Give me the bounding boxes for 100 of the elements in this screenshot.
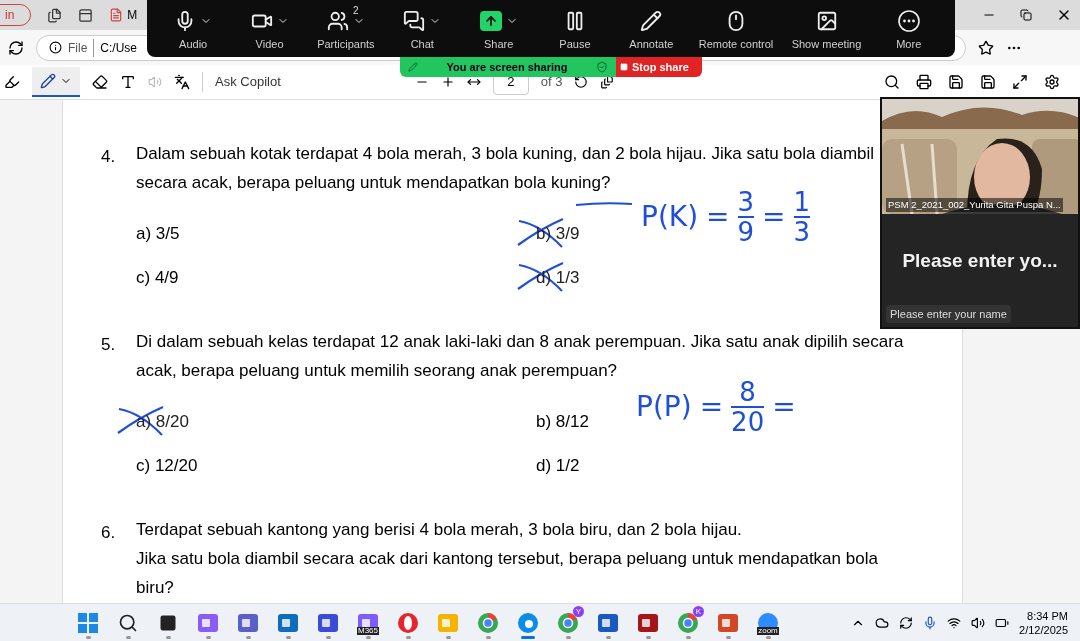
running-indicator [521, 635, 535, 639]
rotate-icon[interactable] [574, 75, 589, 89]
taskbar-button[interactable]: M365 [348, 605, 388, 640]
save-icon[interactable] [948, 74, 964, 90]
ink-underline [574, 200, 634, 208]
taskbar-button[interactable]: zoom [748, 605, 788, 640]
clock-date: 2/12/2025 [1019, 622, 1068, 637]
search-icon [118, 612, 138, 633]
microphone-icon[interactable] [923, 615, 938, 630]
square-app-icon [437, 611, 459, 634]
four-squares-icon [78, 612, 98, 633]
toolbar-button[interactable]: Pause [541, 2, 608, 55]
ellipsis-icon [897, 9, 920, 32]
toolbar-button[interactable]: Audio [160, 2, 227, 55]
name-prompt-heading: Please enter yo... [901, 249, 1059, 273]
cloud-icon[interactable] [875, 615, 890, 630]
chat-icon [403, 9, 426, 32]
taskbar-button[interactable]: K [668, 605, 708, 640]
address-scheme: File [68, 38, 95, 57]
name-hint-label: Please enter your name [886, 304, 1011, 323]
participant-name: PSM 2_2021_002_Yurita Gita Puspa N... [886, 197, 1063, 212]
highlighter-icon[interactable] [4, 74, 20, 90]
pencil-icon [640, 9, 663, 32]
running-indicator [405, 635, 411, 639]
app-badge: K [693, 605, 704, 617]
translate-icon[interactable] [174, 74, 190, 90]
running-indicator [325, 635, 331, 639]
answer-option: c) 12/20 [136, 455, 198, 475]
circle-app-icon [557, 611, 579, 634]
square-app-icon [277, 611, 299, 634]
page-view-icon[interactable] [600, 75, 615, 89]
question-text: Dalam sebuah kotak terdapat 4 bola merah, 3 bola kuning, dan 2 bola hijau. Jika satu bola diambil [136, 144, 875, 164]
taskbar-button[interactable]: Y [548, 605, 588, 640]
handwritten-text: = [706, 199, 730, 235]
draw-tool-button[interactable] [32, 67, 80, 97]
square-app-icon [717, 611, 739, 634]
square-app-icon [197, 611, 219, 634]
toolbar-button[interactable]: Show meeting [787, 2, 866, 55]
reload-icon[interactable] [8, 39, 24, 56]
running-indicator [485, 635, 491, 639]
answer-option: b) 8/12 [536, 412, 589, 431]
restore-icon[interactable] [1020, 9, 1032, 21]
ask-copilot-button[interactable]: Ask Copilot [202, 72, 281, 92]
toolbar-button[interactable]: More [875, 2, 942, 55]
wifi-icon[interactable] [947, 615, 962, 630]
toolbar-button[interactable]: Remote control [694, 2, 778, 55]
running-indicator [685, 635, 691, 639]
fullscreen-icon[interactable] [1012, 74, 1028, 90]
clock-time: 8:34 PM [1027, 608, 1068, 623]
zoom-in-icon[interactable] [440, 75, 455, 89]
toolbar-button[interactable]: Annotate [618, 2, 685, 55]
people-icon [326, 9, 349, 32]
toolbar-button[interactable]: 2 Participants [312, 2, 379, 55]
question-text: Jika satu bola diambil secara acak dari kantong tersebut, berapa peluang untuk mendapatkan bola [136, 549, 878, 569]
running-indicator [445, 635, 451, 639]
app-badge: M365 [357, 626, 379, 635]
running-indicator [725, 635, 731, 639]
toolbar-button[interactable]: Share [465, 2, 532, 55]
pdf-file-icon [109, 8, 124, 22]
running-indicator [285, 635, 291, 639]
info-icon [49, 41, 62, 54]
speaker-icon[interactable] [971, 615, 986, 630]
print-icon[interactable] [916, 74, 932, 90]
running-indicator [165, 635, 171, 639]
square-app-icon [317, 611, 339, 634]
running-indicator [565, 635, 571, 639]
question-text: biru? [136, 578, 175, 598]
question-text: secara acak, berapa peluang untuk mendapatkan bola kuning? [136, 173, 612, 193]
handwritten-fraction: 3 9 [737, 188, 755, 246]
handwritten-fraction: 1 3 [793, 188, 811, 246]
circle-app-icon [397, 611, 419, 634]
square-app-icon [597, 611, 619, 634]
search-icon[interactable] [884, 74, 900, 90]
handwritten-text: = [772, 389, 796, 425]
running-indicator [765, 635, 771, 639]
running-indicator [85, 635, 91, 639]
question-text: Terdapat sebuah kantong yang berisi 4 bola merah, 3 bola biru, dan 2 bola hijau. [136, 520, 743, 540]
answer-option: a) 3/5 [136, 224, 180, 243]
running-indicator [205, 635, 211, 639]
browser-tab[interactable]: M [109, 6, 138, 24]
screen-sharing-toast: You are screen sharing [400, 57, 616, 77]
toolbar-button[interactable]: Video [236, 2, 303, 55]
handwritten-text: P(P) [636, 389, 692, 425]
shield-check-icon [596, 61, 608, 73]
settings-icon[interactable] [1044, 74, 1060, 90]
square-app-icon [637, 611, 659, 634]
square-app-icon [237, 611, 259, 634]
circle-app-icon [517, 611, 539, 634]
pen-icon [40, 73, 56, 89]
toolbar-button[interactable]: Chat [389, 2, 456, 55]
sync-icon[interactable] [899, 615, 914, 630]
answer-option: d) 1/2 [536, 455, 580, 475]
running-indicator [645, 635, 651, 639]
favorites-icon[interactable] [978, 39, 994, 56]
address-text: C:/Use [100, 39, 138, 57]
stop-share-button[interactable]: Stop share [616, 57, 702, 77]
eraser-icon[interactable] [92, 74, 108, 90]
running-indicator [125, 635, 131, 639]
text-tool-icon[interactable] [120, 74, 136, 90]
save-as-icon[interactable] [980, 74, 996, 90]
